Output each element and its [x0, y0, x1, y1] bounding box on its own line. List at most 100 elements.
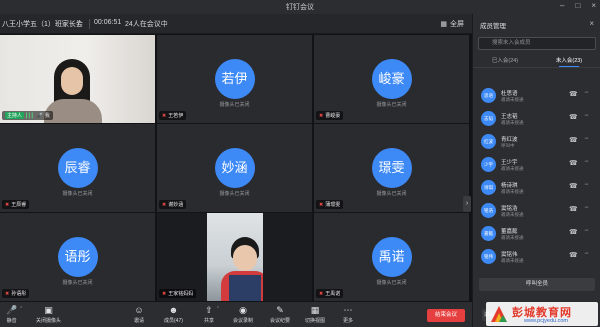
participant-nametag: 主持人 ▎▎▎ 🎤 我 — [2, 111, 53, 120]
avatar: 铭伟 — [481, 249, 496, 264]
phone-icon[interactable]: ☎ — [569, 182, 578, 190]
phone-icon[interactable]: ☎ — [569, 136, 578, 144]
participant-name: 王辰睿 — [11, 202, 27, 208]
end-meeting-button[interactable]: 结束会议 — [427, 309, 465, 322]
active-tab-indicator — [559, 66, 579, 67]
participant-nametag: ✖ 王辰睿 — [2, 200, 30, 209]
share-icon: ⇧ — [205, 305, 213, 315]
meeting-timer: 00:06:51 — [94, 19, 122, 26]
chevron-up-icon[interactable]: ⌃ — [19, 306, 23, 312]
participant-name: 王家铭妈妈 — [168, 291, 194, 297]
participant-tile[interactable]: 禹诺 摄像头已关闭 ✖ 王禹诺 — [314, 213, 469, 301]
member-status: 邀请未接通 — [501, 120, 524, 125]
participant-name: 我 — [44, 113, 50, 119]
video-feed — [207, 213, 263, 301]
layout-button[interactable]: ▦ 切换视图 — [305, 305, 325, 324]
meeting-name[interactable]: 八王小学五（1）班家长会 — [2, 19, 83, 29]
member-status: 呼叫中 — [501, 143, 515, 148]
layout-label: 切换视图 — [305, 318, 326, 324]
more-icon: ⋯ — [343, 305, 353, 315]
video-grid: 主持人 ▎▎▎ 🎤 我 若伊 摄像头已关闭 ✖ 王若伊 峻豪 摄像头已关闭 ✖ 曹峻… — [0, 34, 472, 302]
phone-icon[interactable]: ☎ — [569, 251, 578, 259]
avatar: 禹诺 — [371, 237, 412, 277]
more-icon[interactable]: ··· — [584, 227, 589, 234]
more-icon[interactable]: ··· — [584, 181, 589, 188]
camera-icon: ▣ — [44, 305, 53, 315]
avatar: 嘉懿 — [481, 226, 496, 241]
avatar: 志韬 — [481, 111, 496, 126]
record-icon: ◉ — [239, 305, 247, 315]
minimize-icon[interactable]: – — [560, 1, 564, 10]
mic-muted-icon: ✖ — [162, 112, 167, 119]
participant-nametag: ✖ 王禹诺 — [316, 289, 344, 298]
more-icon[interactable]: ··· — [584, 89, 589, 96]
phone-icon[interactable]: ☎ — [569, 205, 578, 213]
avatar: 峻豪 — [371, 59, 412, 99]
minutes-button[interactable]: ✎ 会议纪要 — [270, 305, 290, 324]
camera-label: 关闭摄像头 — [36, 318, 62, 324]
pen-icon: ✎ — [276, 305, 284, 315]
participant-tile[interactable]: 辰睿 摄像头已关闭 ✖ 王辰睿 — [0, 124, 155, 212]
more-icon[interactable]: ··· — [584, 250, 589, 257]
tab-joined[interactable]: 已入会(24) — [473, 56, 537, 64]
more-icon[interactable]: ··· — [584, 204, 589, 211]
camera-off-label: 摄像头已关闭 — [376, 280, 407, 286]
avatar: 诗琪 — [481, 180, 496, 195]
participant-tile[interactable]: 峻豪 摄像头已关闭 ✖ 曹峻豪 — [314, 35, 469, 123]
close-icon[interactable]: × — [589, 19, 594, 28]
phone-icon[interactable]: ☎ — [569, 159, 578, 167]
member-status: 邀请未接通 — [501, 189, 524, 194]
phone-icon[interactable]: ☎ — [569, 90, 578, 98]
share-button[interactable]: ⇧ 共享 ⌃ — [204, 305, 220, 324]
camera-button[interactable]: ▣ 关闭摄像头 — [36, 305, 61, 324]
phone-icon[interactable]: ☎ — [569, 113, 578, 121]
mic-muted-icon: ✖ — [5, 290, 10, 297]
participant-tile[interactable]: 若伊 摄像头已关闭 ✖ 王若伊 — [157, 35, 312, 123]
record-button[interactable]: ◉ 会议录制 — [233, 305, 253, 324]
call-all-button[interactable]: 呼叫全员 — [479, 278, 595, 291]
members-button[interactable]: ☻ 成员(47) — [164, 305, 183, 324]
title-bar: 钉钉会议 – □ × — [0, 0, 600, 14]
close-icon[interactable]: × — [591, 1, 596, 10]
microphone-icon: 🎤 — [6, 305, 18, 315]
participant-name: 王禹诺 — [325, 291, 341, 297]
add-user-icon: ☺ — [134, 305, 144, 315]
window-controls: – □ × — [560, 1, 596, 10]
member-search-input[interactable]: 搜索未入会成员 — [478, 37, 596, 50]
participant-tile[interactable]: 妙涵 摄像头已关闭 ✖ 谢妙涵 — [157, 124, 312, 212]
phone-icon[interactable]: ☎ — [569, 228, 578, 236]
participant-name: 蒲璟雯 — [325, 202, 341, 208]
more-icon[interactable]: ··· — [584, 112, 589, 119]
avatar: 思语 — [481, 88, 496, 103]
member-row[interactable]: 铭伟 窦铭伟 邀请未接通 ☎ ··· — [473, 245, 600, 272]
participant-tile[interactable]: 璟雯 摄像头已关闭 ✖ 蒲璟雯 — [314, 124, 469, 212]
participant-tile[interactable]: 主持人 ▎▎▎ 🎤 我 — [0, 35, 155, 123]
tab-not-joined[interactable]: 未入会(23) — [537, 56, 600, 64]
camera-off-label: 摄像头已关闭 — [219, 102, 250, 108]
camera-off-label: 摄像头已关闭 — [376, 191, 407, 197]
chevron-down-icon[interactable]: ∨ — [76, 18, 81, 26]
participant-tile[interactable]: 语彤 摄像头已关闭 ✖ 孙语彤 — [0, 213, 155, 301]
more-icon[interactable]: ··· — [584, 158, 589, 165]
fullscreen-button[interactable]: ▦ 全屏 — [440, 19, 464, 29]
share-label: 共享 — [204, 318, 215, 324]
minutes-label: 会议纪要 — [270, 318, 291, 324]
mute-label: 静音 — [6, 318, 17, 324]
participant-tile[interactable]: ✖ 王家铭妈妈 — [157, 213, 312, 301]
participant-name: 曹峻豪 — [325, 113, 341, 119]
member-status: 邀请未接通 — [501, 166, 524, 171]
avatar: 璟雯 — [371, 148, 412, 188]
member-name: 窦铭伟 — [501, 252, 518, 258]
mic-muted-icon: ✖ — [319, 201, 324, 208]
next-page-arrow-icon[interactable]: › — [463, 196, 471, 212]
more-button[interactable]: ⋯ 更多 — [343, 305, 353, 324]
camera-off-label: 摄像头已关闭 — [376, 102, 407, 108]
participant-nametag: ✖ 孙语彤 — [2, 289, 30, 298]
invite-button[interactable]: ☺ 邀请 — [134, 305, 144, 324]
meeting-info-bar: 八王小学五（1）班家长会 ∨ 00:06:51 24人在会议中 ▦ 全屏 — [0, 14, 472, 34]
maximize-icon[interactable]: □ — [575, 1, 580, 10]
mute-button[interactable]: 🎤 静音 ⌃ — [6, 305, 23, 324]
more-icon[interactable]: ··· — [584, 135, 589, 142]
chevron-up-icon[interactable]: ⌃ — [216, 306, 220, 312]
avatar: 铭浩 — [481, 203, 496, 218]
